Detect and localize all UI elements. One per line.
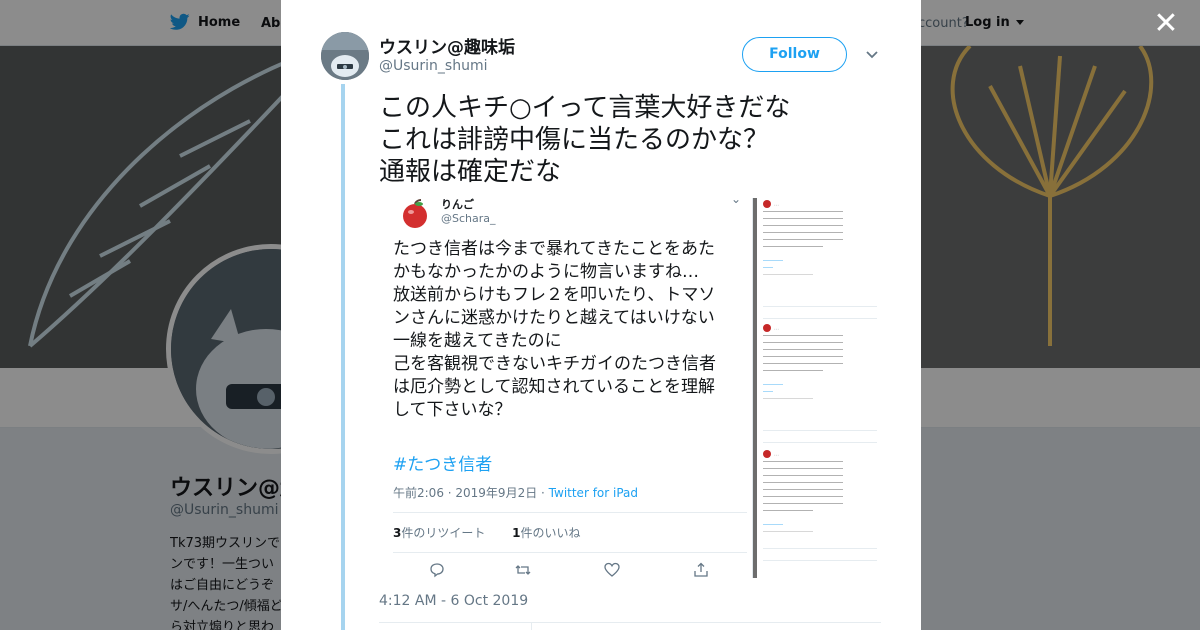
tweet-text-line: これは誹謗中傷に当たるのかな？	[379, 125, 770, 155]
quoted-time: 午前2:06 · 2019年9月2日 ·	[393, 486, 549, 500]
quoted-body-line: たつき信者は今まで暴れてきたことをあた	[393, 239, 715, 259]
tweet-text: この人キチ○イって言葉大好きだな これは誹謗中傷に当たるのかな？ 通報は確定だな	[379, 92, 790, 188]
tweet-modal: ウスリン@趣味垢 @Usurin_shumi Follow この人キチ○イって言…	[281, 0, 921, 630]
quoted-body-line: して下さいな？	[393, 400, 512, 420]
tweet-text-line: この人キチ○イって言葉大好きだな	[379, 93, 791, 123]
quoted-body: たつき信者は今まで暴れてきたことをあた かもなかったかのように物言いますね… 放…	[393, 238, 749, 422]
thread-line	[341, 84, 345, 630]
quoted-hashtag: #たつき信者	[393, 455, 493, 475]
quoted-actions	[379, 562, 753, 578]
divider	[763, 318, 877, 319]
quoted-body-line: ンさんに迷惑かけたりと越えてはいけない	[393, 308, 715, 328]
retweet-label: 件のリツイート	[401, 526, 486, 540]
tweet-timestamp[interactable]: 4:12 AM - 6 Oct 2019	[379, 593, 528, 609]
quoted-body-line: は厄介勢として認知されていることを理解	[393, 377, 715, 397]
share-icon	[694, 562, 708, 577]
apple-icon	[403, 199, 427, 228]
divider	[379, 622, 881, 623]
quoted-stats: 3件のリツイート 1件のいいね	[393, 524, 580, 541]
divider	[763, 430, 877, 431]
reply-icon	[430, 563, 444, 578]
retweet-icon	[515, 565, 531, 575]
divider	[763, 442, 877, 443]
quoted-meta: 午前2:06 · 2019年9月2日 · Twitter for iPad	[393, 484, 638, 501]
divider	[393, 512, 747, 513]
chevron-down-icon: ⌄	[731, 198, 742, 206]
author-avatar[interactable]	[321, 32, 369, 80]
follow-button[interactable]: Follow	[742, 37, 847, 72]
divider	[393, 552, 747, 553]
divider	[763, 560, 877, 561]
divider	[531, 622, 532, 630]
quoted-author-name: りんご	[441, 198, 474, 211]
quoted-author-handle: @Schara_	[441, 212, 496, 225]
like-label: 件のいいね	[520, 526, 581, 540]
tweet-media-image[interactable]: りんご @Schara_ ⌄ たつき信者は今まで暴れてきたことをあた かもなかっ…	[379, 198, 881, 578]
quoted-body-line: 一線を越えてきたのに	[393, 331, 562, 351]
chevron-down-icon[interactable]	[864, 46, 880, 62]
quoted-source: Twitter for iPad	[548, 486, 639, 500]
mini-tweet: … ―――――――――――――――― ―――――――――――――――― ――――…	[763, 450, 843, 535]
divider	[763, 306, 877, 307]
divider	[763, 548, 877, 549]
quoted-body-line: かもなかったかのように物言いますね…	[393, 262, 699, 282]
author-handle[interactable]: @Usurin_shumi	[379, 58, 488, 74]
mini-tweet: … ―――――――――――――――― ―――――――――――――――― ――――…	[763, 324, 843, 402]
quoted-body-line: 放送前からけもフレ２を叩いたり、トマソ	[393, 285, 716, 305]
quoted-body-line: 己を客観視できないキチガイのたつき信者	[393, 354, 716, 374]
heart-icon	[604, 562, 620, 577]
close-icon[interactable]: ✕	[1150, 8, 1182, 40]
mini-tweet: … ―――――――――――――――― ―――――――――――――――― ――――…	[763, 200, 843, 278]
thread-screenshot-strip: … ―――――――――――――――― ―――――――――――――――― ――――…	[757, 198, 881, 578]
quoted-tweet-screenshot: りんご @Schara_ ⌄ たつき信者は今まで暴れてきたことをあた かもなかっ…	[379, 198, 753, 578]
author-name[interactable]: ウスリン@趣味垢	[379, 33, 515, 58]
tweet-text-line: 通報は確定だな	[379, 157, 562, 187]
